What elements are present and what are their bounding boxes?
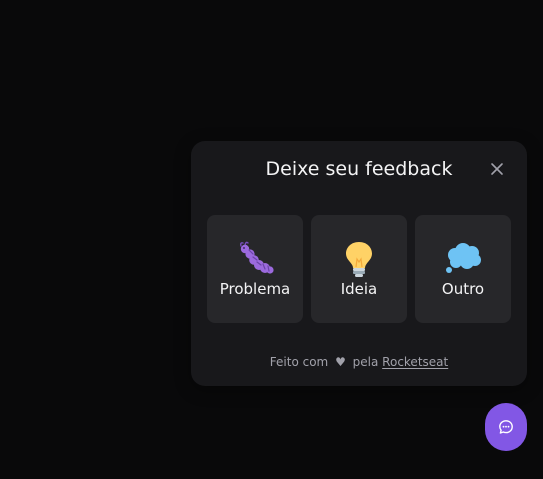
feedback-type-ideia[interactable]: Ideia — [311, 215, 407, 323]
close-icon — [491, 163, 503, 175]
rocketseat-link[interactable]: Rocketseat — [382, 355, 448, 369]
heart-icon: ♥ — [335, 355, 346, 369]
bug-icon — [240, 241, 274, 274]
close-button[interactable] — [487, 159, 507, 179]
feedback-widget: Deixe seu feedback Problema Ideia Outro … — [191, 141, 527, 386]
feedback-type-label: Problema — [219, 280, 291, 298]
widget-title: Deixe seu feedback — [265, 158, 453, 180]
feedback-type-outro[interactable]: Outro — [415, 215, 511, 323]
feedback-fab-button[interactable] — [485, 403, 527, 451]
feedback-type-label: Ideia — [340, 280, 378, 298]
widget-footer: Feito com ♥ pela Rocketseat — [191, 354, 527, 370]
thought-bubble-icon — [446, 243, 481, 273]
feedback-type-list: Problema Ideia Outro — [207, 215, 511, 323]
chat-icon — [499, 420, 513, 434]
feedback-type-problema[interactable]: Problema — [207, 215, 303, 323]
feedback-type-label: Outro — [441, 280, 485, 298]
footer-middle: pela — [352, 355, 379, 369]
footer-prefix: Feito com — [269, 355, 329, 369]
lightbulb-icon — [346, 242, 372, 277]
